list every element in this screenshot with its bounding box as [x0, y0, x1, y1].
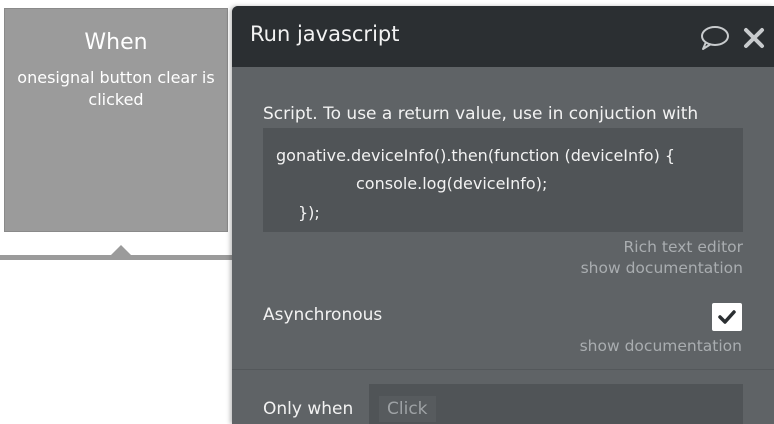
rich-text-editor-link[interactable]: Rich text editor	[624, 238, 743, 256]
script-label: Script. To use a return value, use in co…	[263, 104, 699, 124]
asynchronous-checkbox[interactable]	[712, 303, 742, 331]
script-line-1: gonative.deviceInfo().then(function (dev…	[276, 146, 676, 165]
event-when-label: When	[84, 30, 148, 55]
asynchronous-label: Asynchronous	[263, 305, 383, 325]
section-divider	[232, 369, 774, 370]
script-line-2: console.log(deviceInfo);	[356, 174, 548, 193]
speech-bubble-icon[interactable]	[699, 24, 731, 52]
only-when-label: Only when	[263, 399, 354, 419]
event-description: onesignal button clear is clicked	[17, 68, 215, 109]
timeline-pointer	[111, 245, 131, 255]
close-icon[interactable]	[742, 26, 766, 50]
show-documentation-link-2[interactable]: show documentation	[580, 337, 742, 355]
panel-header: Run javascript	[232, 6, 774, 67]
panel-title: Run javascript	[250, 22, 400, 46]
script-input[interactable]: gonative.deviceInfo().then(function (dev…	[263, 128, 743, 232]
timeline-line	[0, 255, 240, 260]
script-line-3: });	[298, 203, 320, 222]
condition-placeholder[interactable]: Click	[379, 396, 436, 422]
event-card[interactable]: When onesignal button clear is clicked	[4, 8, 228, 232]
show-documentation-link[interactable]: show documentation	[581, 259, 743, 277]
action-editor-panel: Run javascript Script. To use a return v…	[232, 6, 774, 424]
checkmark-icon	[712, 310, 742, 335]
only-when-condition-input[interactable]: Click	[369, 384, 743, 424]
